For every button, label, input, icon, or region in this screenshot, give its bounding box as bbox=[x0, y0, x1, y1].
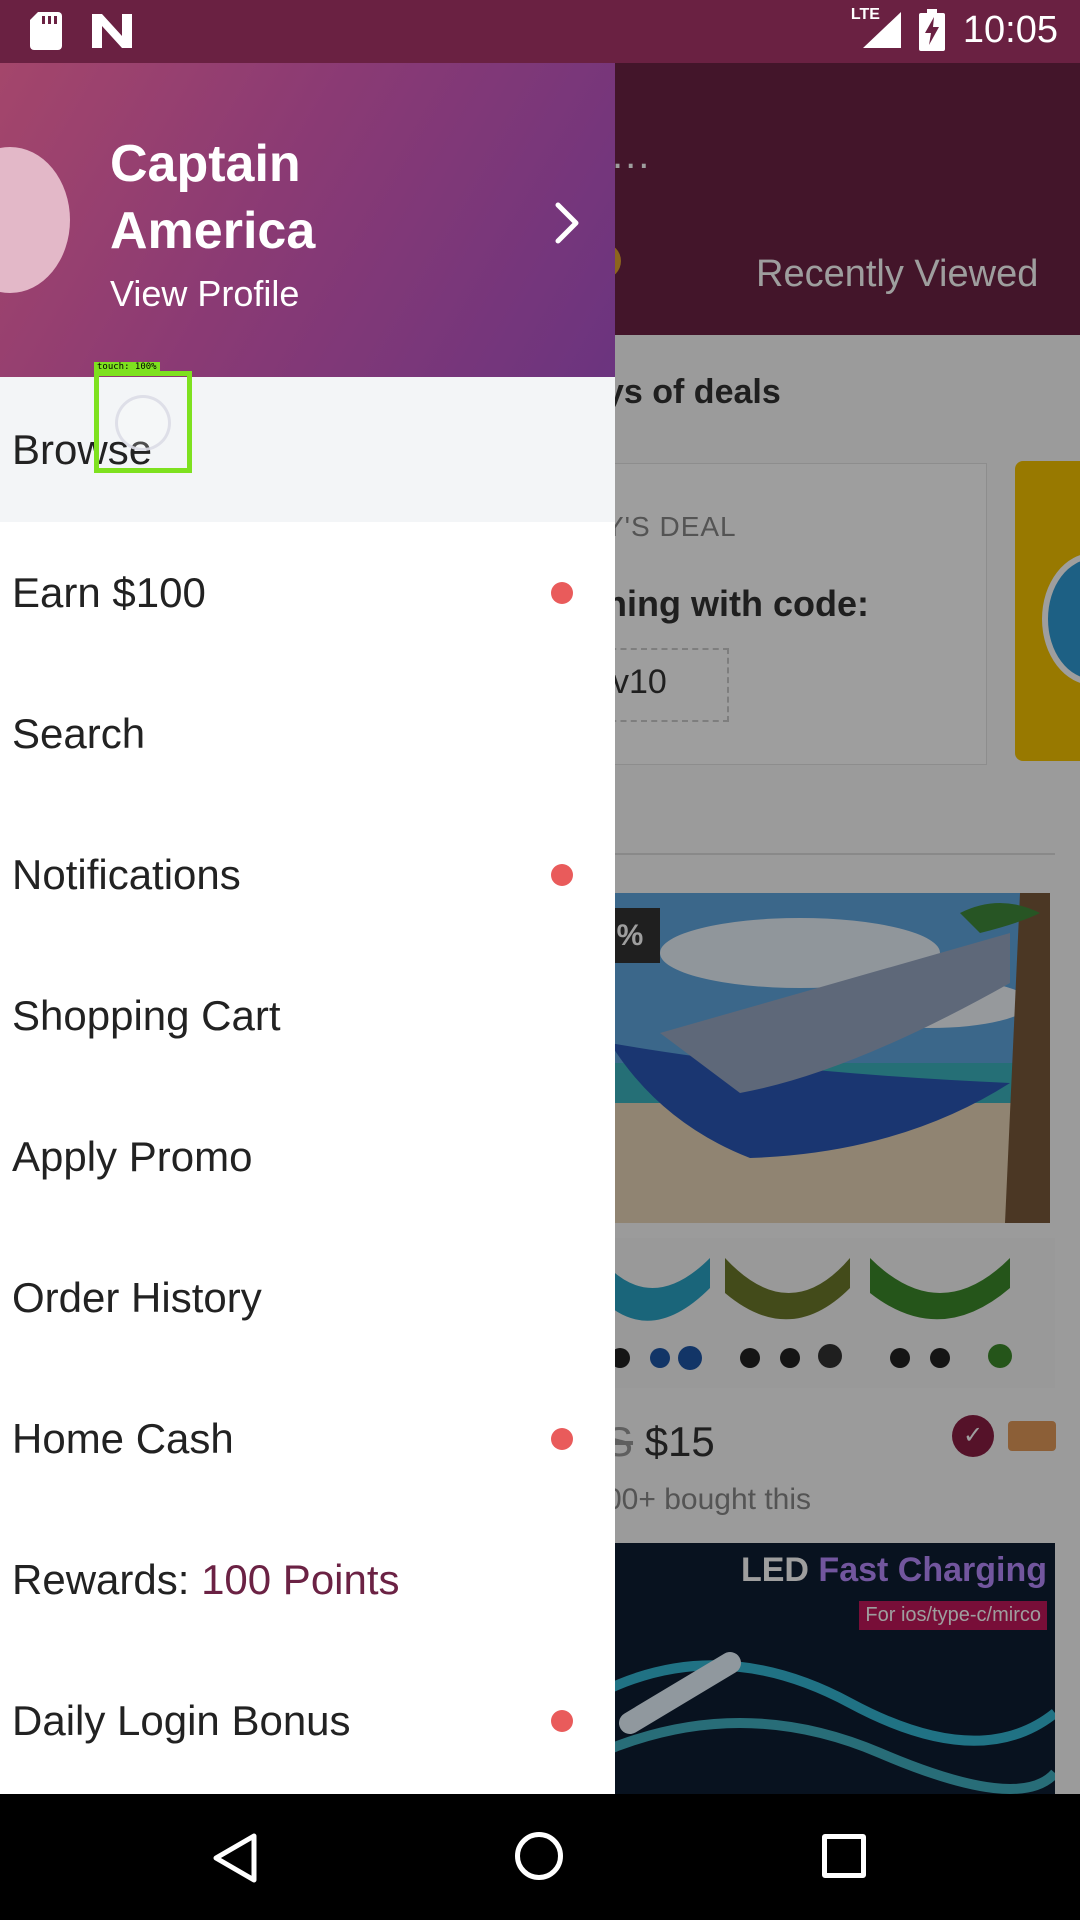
notification-dot bbox=[551, 1427, 573, 1450]
menu-item-shopping-cart[interactable]: Shopping Cart bbox=[0, 945, 615, 1086]
user-name: Captain America bbox=[110, 135, 316, 260]
lte-signal-icon: LTE bbox=[851, 6, 901, 52]
menu-item-earn[interactable]: Earn $100 bbox=[0, 522, 615, 663]
navigation-drawer: C Captain America View Profile Browse Ea… bbox=[0, 63, 615, 1794]
menu-item-notifications[interactable]: Notifications bbox=[0, 804, 615, 945]
rewards-points: 100 Points bbox=[201, 1555, 400, 1603]
rewards-label: Rewards: bbox=[12, 1555, 202, 1603]
notification-dot bbox=[551, 863, 573, 886]
menu-item-label: Daily Login Bonus bbox=[12, 1696, 351, 1744]
battery-charging-icon bbox=[918, 9, 945, 51]
clock: 10:05 bbox=[962, 8, 1058, 51]
menu-item-home-cash[interactable]: Home Cash bbox=[0, 1368, 615, 1509]
sd-card-icon bbox=[30, 12, 62, 50]
touch-point bbox=[115, 395, 171, 451]
status-bar: LTE 10:05 bbox=[0, 0, 1080, 63]
notification-dot bbox=[551, 581, 573, 604]
notification-dot bbox=[551, 1709, 573, 1732]
menu-item-label: Earn $100 bbox=[12, 568, 206, 616]
view-profile-link[interactable]: View Profile bbox=[110, 273, 299, 315]
menu-item-browse[interactable]: Browse bbox=[0, 377, 615, 522]
menu-item-label: Order History bbox=[12, 1273, 262, 1321]
chevron-right-icon[interactable] bbox=[548, 193, 588, 253]
avatar[interactable]: C bbox=[0, 147, 70, 293]
home-icon[interactable] bbox=[515, 1832, 563, 1880]
menu-item-label: Search bbox=[12, 709, 146, 757]
profile-header[interactable]: C Captain America View Profile bbox=[0, 63, 615, 377]
menu-item-apply-promo[interactable]: Apply Promo bbox=[0, 1086, 615, 1227]
menu-item-rewards[interactable]: Rewards: 100 Points bbox=[0, 1509, 615, 1650]
menu-item-label: Rewards: 100 Points bbox=[12, 1556, 400, 1604]
menu-item-daily-login-bonus[interactable]: Daily Login Bonus bbox=[0, 1650, 615, 1791]
menu-item-label: Home Cash bbox=[12, 1414, 234, 1462]
drawer-menu: Browse Earn $100 Search Notifications Sh… bbox=[0, 377, 615, 1791]
n-logo-icon bbox=[92, 14, 132, 48]
menu-item-label: Apply Promo bbox=[12, 1132, 253, 1180]
system-nav-bar bbox=[0, 1794, 1080, 1920]
menu-item-search[interactable]: Search bbox=[0, 663, 615, 804]
back-icon[interactable] bbox=[212, 1832, 258, 1884]
menu-item-label: Shopping Cart bbox=[12, 991, 281, 1039]
recent-apps-icon[interactable] bbox=[822, 1834, 866, 1878]
menu-item-order-history[interactable]: Order History bbox=[0, 1227, 615, 1368]
menu-item-label: Notifications bbox=[12, 850, 241, 898]
